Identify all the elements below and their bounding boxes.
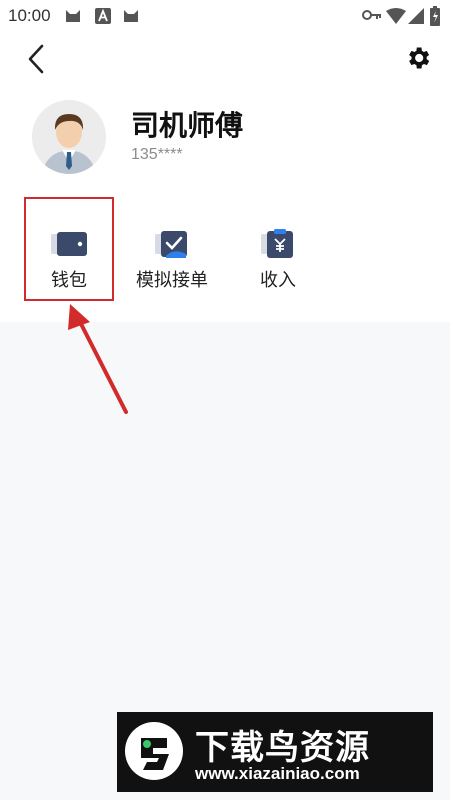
key-icon <box>362 10 381 20</box>
red-arrow-icon <box>68 304 128 414</box>
status-bar: 10:00 <box>0 0 450 32</box>
a-badge-icon <box>95 8 111 24</box>
yen-clipboard-icon <box>261 229 293 258</box>
watermark-url: www.xiazainiao.com <box>195 764 360 783</box>
phone-mask <box>195 146 237 166</box>
settings-button[interactable] <box>404 44 432 72</box>
watermark-title: 下载鸟资源 <box>195 728 370 768</box>
menu-item-income[interactable]: 收入 <box>228 196 328 296</box>
user-name: 司机师傅 <box>131 109 244 142</box>
cat-icon <box>124 10 138 22</box>
wifi-icon <box>386 8 406 24</box>
avatar-icon <box>32 100 106 174</box>
avatar[interactable] <box>32 100 106 174</box>
menu-item-simulate-order[interactable]: 模拟接单 <box>122 196 222 296</box>
watermark: 下载鸟资源 www.xiazainiao.com <box>117 712 433 792</box>
gear-icon <box>409 47 430 69</box>
menu-item-label: 模拟接单 <box>136 270 208 291</box>
chevron-left-icon <box>28 44 44 74</box>
bird-logo-icon <box>125 722 183 780</box>
battery-icon <box>430 6 440 26</box>
highlight-box <box>24 197 114 301</box>
status-time: 10:00 <box>8 6 51 25</box>
back-button[interactable] <box>22 42 52 76</box>
user-phone: 135**** <box>131 146 183 163</box>
clipboard-check-icon <box>155 231 187 258</box>
menu-item-label: 收入 <box>260 270 296 291</box>
cat-icon <box>66 10 80 22</box>
signal-icon <box>408 8 424 24</box>
